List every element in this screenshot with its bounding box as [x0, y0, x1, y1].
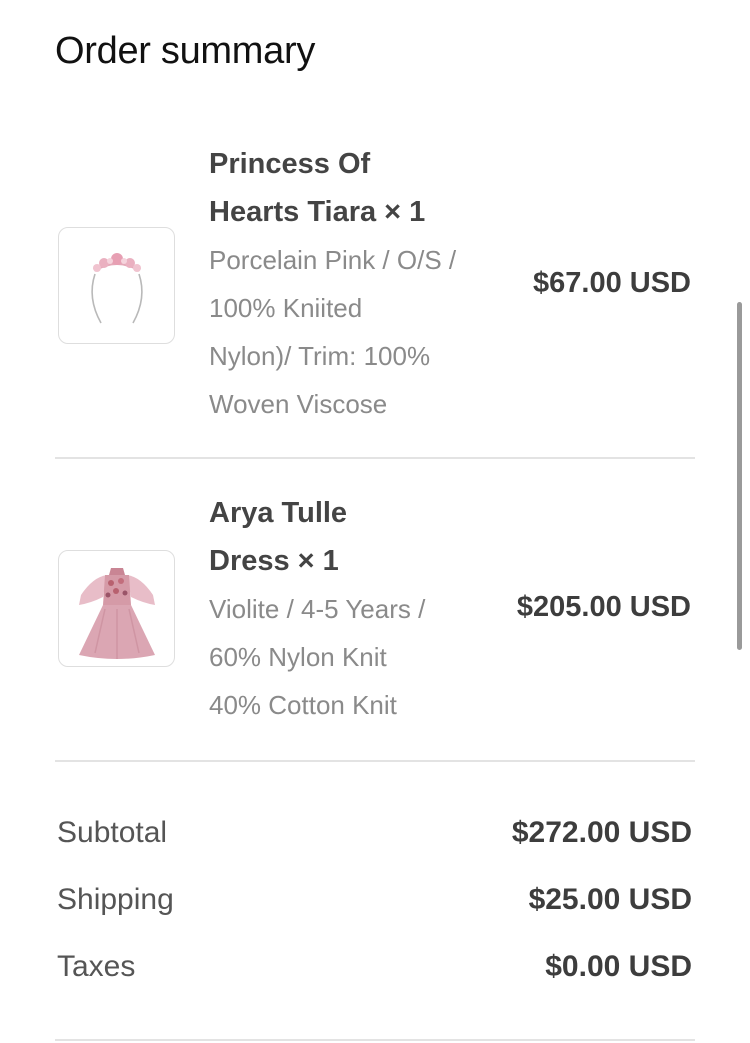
- subtotal-label: Subtotal: [57, 816, 168, 849]
- item-variant-line: Woven Viscose: [209, 389, 388, 419]
- scrollbar[interactable]: [737, 302, 742, 650]
- taxes-value: $0.00 USD: [545, 950, 692, 983]
- divider: [55, 760, 695, 762]
- item-info: Arya Tulle Dress × 1 Violite / 4-5 Years…: [209, 489, 484, 729]
- line-item: Arya Tulle Dress × 1 Violite / 4-5 Years…: [55, 489, 695, 734]
- item-name-line: Princess Of: [209, 148, 371, 180]
- page-title: Order summary: [55, 30, 316, 72]
- subtotal-value: $272.00 USD: [511, 816, 692, 849]
- item-name-line: Hearts Tiara × 1: [209, 196, 426, 228]
- shipping-value: $25.00 USD: [528, 883, 692, 916]
- divider: [55, 1039, 695, 1041]
- dress-image: [79, 568, 155, 659]
- item-name-line: Arya Tulle: [209, 497, 348, 529]
- taxes-label: Taxes: [57, 950, 136, 983]
- subtotal-row: Subtotal $272.00 USD: [57, 816, 692, 856]
- tiara-image: [91, 253, 143, 324]
- item-variant-line: Porcelain Pink / O/S /: [209, 245, 457, 275]
- item-name-line: Dress × 1: [209, 545, 339, 577]
- item-variant-line: 100% Kniited: [209, 293, 363, 323]
- item-variant-line: Nylon)/ Trim: 100%: [209, 341, 431, 371]
- taxes-row: Taxes $0.00 USD: [57, 950, 692, 990]
- item-variant-line: 40% Cotton Knit: [209, 690, 397, 720]
- line-item: Princess Of Hearts Tiara × 1 Porcelain P…: [55, 140, 695, 430]
- dress-thumbnail[interactable]: [58, 550, 175, 667]
- item-price: $67.00 USD: [533, 267, 691, 299]
- divider: [55, 457, 695, 459]
- item-info: Princess Of Hearts Tiara × 1 Porcelain P…: [209, 140, 484, 428]
- item-price: $205.00 USD: [516, 591, 691, 623]
- item-variant-line: 60% Nylon Knit: [209, 642, 387, 672]
- tiara-thumbnail[interactable]: [58, 227, 175, 344]
- shipping-label: Shipping: [57, 883, 174, 916]
- item-variant-line: Violite / 4-5 Years /: [209, 594, 426, 624]
- shipping-row: Shipping $25.00 USD: [57, 883, 692, 923]
